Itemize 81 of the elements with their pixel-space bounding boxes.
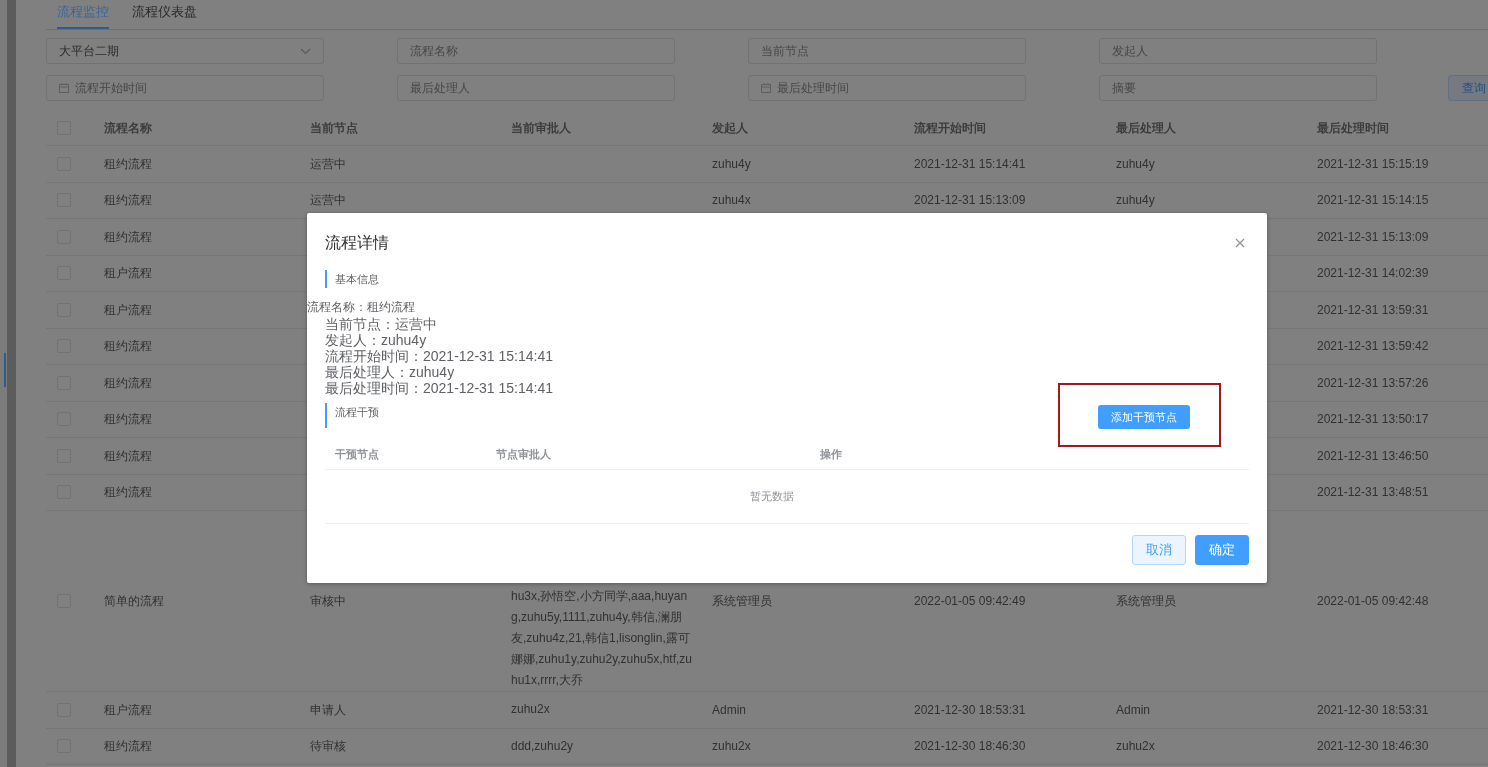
column-header: 最后处理人 xyxy=(1116,121,1176,135)
column-header: 发起人 xyxy=(712,121,748,135)
column-header: 流程开始时间 xyxy=(914,121,986,135)
close-icon[interactable] xyxy=(1235,238,1245,248)
table-cell: 2021-12-30 18:53:31 xyxy=(914,702,1026,717)
table-cell: 2021-12-31 13:48:51 xyxy=(1317,485,1429,500)
table-cell: Admin xyxy=(1116,702,1150,717)
table-cell: 2022-01-05 09:42:49 xyxy=(914,594,1026,608)
table-cell: 2021-12-31 15:15:19 xyxy=(1317,156,1429,171)
table-cell: 待审核 xyxy=(310,739,346,754)
table-cell: 2021-12-31 15:13:09 xyxy=(914,193,1026,208)
table-cell: 租约流程 xyxy=(104,339,152,354)
chevron-down-icon xyxy=(300,47,311,55)
table-cell: zuhu2x xyxy=(712,739,751,754)
table-cell: 2021-12-31 15:13:09 xyxy=(1317,229,1429,244)
table-cell: zuhu2x xyxy=(511,702,550,717)
section-heading: 基本信息 xyxy=(325,270,379,288)
empty-text: 暂无数据 xyxy=(750,489,794,504)
sidebar-indicator xyxy=(4,353,6,387)
table-cell: 租户流程 xyxy=(104,302,152,317)
table-cell: 租约流程 xyxy=(104,156,152,171)
info-line: 流程名称：租约流程 xyxy=(307,300,415,314)
table-cell: zuhu2x xyxy=(1116,739,1155,754)
table-cell: 2022-01-05 09:42:48 xyxy=(1317,594,1429,608)
table-cell: 租约流程 xyxy=(104,739,152,754)
info-line: 当前节点：运营中 xyxy=(325,316,437,332)
table-cell: 运营中 xyxy=(310,193,346,208)
table-cell: 租约流程 xyxy=(104,448,152,463)
table-cell: hu3x,孙悟空,小方同学,aaa,huyang,zuhu5y,1111,zuhu4y,韩信,澜朋友,zuhu4z,21,韩信1,lisonglin,露可娜娜,zuhu1y,zuhu2y,zuhu5x,htf,zuhu1x,rrrr,大乔 xyxy=(511,589,692,687)
calendar-icon xyxy=(59,83,69,93)
column-header: 节点审批人 xyxy=(495,446,552,462)
tab[interactable]: 流程仪表盘 xyxy=(132,0,197,29)
table-cell: 2021-12-31 15:14:15 xyxy=(1317,193,1429,208)
table-cell: 租约流程 xyxy=(104,229,152,244)
column-header: 当前审批人 xyxy=(511,121,571,135)
table-cell: 2021-12-30 18:53:31 xyxy=(1317,702,1429,717)
column-header: 最后处理时间 xyxy=(1317,121,1389,135)
table-cell: 简单的流程 xyxy=(104,594,164,608)
table-cell: 租户流程 xyxy=(104,266,152,281)
table-cell: 系统管理员 xyxy=(712,594,772,608)
column-header: 干预节点 xyxy=(334,446,380,462)
table-cell: 租约流程 xyxy=(104,375,152,390)
section-heading: 流程干预 xyxy=(325,403,379,428)
table-cell: zuhu4y xyxy=(1116,156,1155,171)
column-header: 操作 xyxy=(819,446,843,462)
add-node-button[interactable]: 添加干预节点 xyxy=(1098,405,1190,429)
column-header: 流程名称 xyxy=(104,121,152,135)
info-line: 最后处理人：zuhu4y xyxy=(325,364,455,380)
confirm-button[interactable]: 确定 xyxy=(1195,535,1249,565)
table-cell: 申请人 xyxy=(310,702,346,717)
info-line: 发起人：zuhu4y xyxy=(325,332,427,348)
table-cell: 运营中 xyxy=(310,156,346,171)
table-cell: 2021-12-30 18:46:30 xyxy=(914,739,1026,754)
info-line: 最后处理时间：2021-12-31 15:14:41 xyxy=(325,380,553,396)
project-select[interactable]: 大平台二期 xyxy=(46,38,324,64)
calendar-icon xyxy=(761,83,771,93)
table-cell: 系统管理员 xyxy=(1116,594,1176,608)
table-cell: 2021-12-31 14:02:39 xyxy=(1317,266,1429,281)
table-cell: 租约流程 xyxy=(104,485,152,500)
column-header: 当前节点 xyxy=(310,121,358,135)
table-cell: 审核中 xyxy=(310,594,346,608)
table-cell: zuhu4y xyxy=(1116,193,1155,208)
query-button[interactable]: 查询 xyxy=(1448,75,1488,101)
dialog-title: 流程详情 xyxy=(325,233,389,253)
cancel-button[interactable]: 取消 xyxy=(1132,535,1186,565)
table-cell: 2021-12-31 13:46:50 xyxy=(1317,448,1429,463)
table-cell: zuhu4x xyxy=(712,193,751,208)
table-cell: Admin xyxy=(712,702,746,717)
table-cell: 2021-12-31 13:59:42 xyxy=(1317,339,1429,354)
table-cell: 租户流程 xyxy=(104,702,152,717)
tab[interactable]: 流程监控 xyxy=(57,0,109,29)
table-cell: 2021-12-30 18:46:30 xyxy=(1317,739,1429,754)
table-cell: zuhu4y xyxy=(712,156,751,171)
table-cell: 2021-12-31 13:59:31 xyxy=(1317,302,1429,317)
table-cell: 2021-12-31 13:50:17 xyxy=(1317,412,1429,427)
info-line: 流程开始时间：2021-12-31 15:14:41 xyxy=(325,348,553,364)
table-cell: 2021-12-31 13:57:26 xyxy=(1317,375,1429,390)
table-cell: 租约流程 xyxy=(104,412,152,427)
table-cell: ddd,zuhu2y xyxy=(511,738,574,753)
table-cell: 2021-12-31 15:14:41 xyxy=(914,156,1026,171)
table-cell: 租约流程 xyxy=(104,193,152,208)
